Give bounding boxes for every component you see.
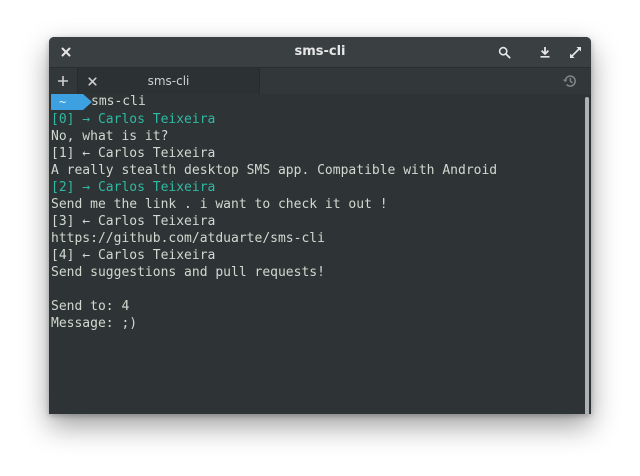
prompt-badge: ~ xyxy=(51,94,83,110)
terminal-window: sms-cli sms-cli ~ sms-cli [0] → Carlos T… xyxy=(49,37,591,414)
message-header: [4] ← Carlos Teixeira xyxy=(51,248,216,263)
fullscreen-icon xyxy=(569,46,581,58)
history-icon xyxy=(562,75,576,87)
prompt-command: sms-cli xyxy=(91,94,146,109)
message-input-line[interactable]: Message: ;) xyxy=(51,315,137,332)
message-body: A really stealth desktop SMS app. Compat… xyxy=(51,163,498,178)
download-icon xyxy=(540,47,550,58)
download-button[interactable] xyxy=(537,44,553,60)
scrollbar[interactable] xyxy=(585,97,589,414)
message-body: https://github.com/atduarte/sms-cli xyxy=(51,231,325,246)
message-header: [1] ← Carlos Teixeira xyxy=(51,146,216,161)
history-button[interactable] xyxy=(561,72,579,90)
tab-label: sms-cli xyxy=(147,74,190,88)
message-body: Send suggestions and pull requests! xyxy=(51,265,325,280)
prompt-line: ~ sms-cli xyxy=(49,94,249,111)
terminal-output[interactable]: ~ sms-cli [0] → Carlos Teixeira No, what… xyxy=(49,94,591,414)
fullscreen-button[interactable] xyxy=(567,44,583,60)
message-body: No, what is it? xyxy=(51,129,169,144)
tab-bar: sms-cli xyxy=(49,68,591,95)
tab-sms-cli[interactable]: sms-cli xyxy=(78,68,260,94)
search-icon xyxy=(498,46,510,58)
message-body: Send me the link . i want to check it ou… xyxy=(51,197,388,212)
titlebar: sms-cli xyxy=(49,37,591,68)
plus-icon xyxy=(58,76,68,86)
message-header: [0] → Carlos Teixeira xyxy=(51,112,216,127)
send-to-line: Send to: 4 xyxy=(51,299,130,314)
new-tab-button[interactable] xyxy=(49,68,78,94)
search-button[interactable] xyxy=(496,44,512,60)
message-header: [3] ← Carlos Teixeira xyxy=(51,214,216,229)
message-header: [2] → Carlos Teixeira xyxy=(51,180,216,195)
